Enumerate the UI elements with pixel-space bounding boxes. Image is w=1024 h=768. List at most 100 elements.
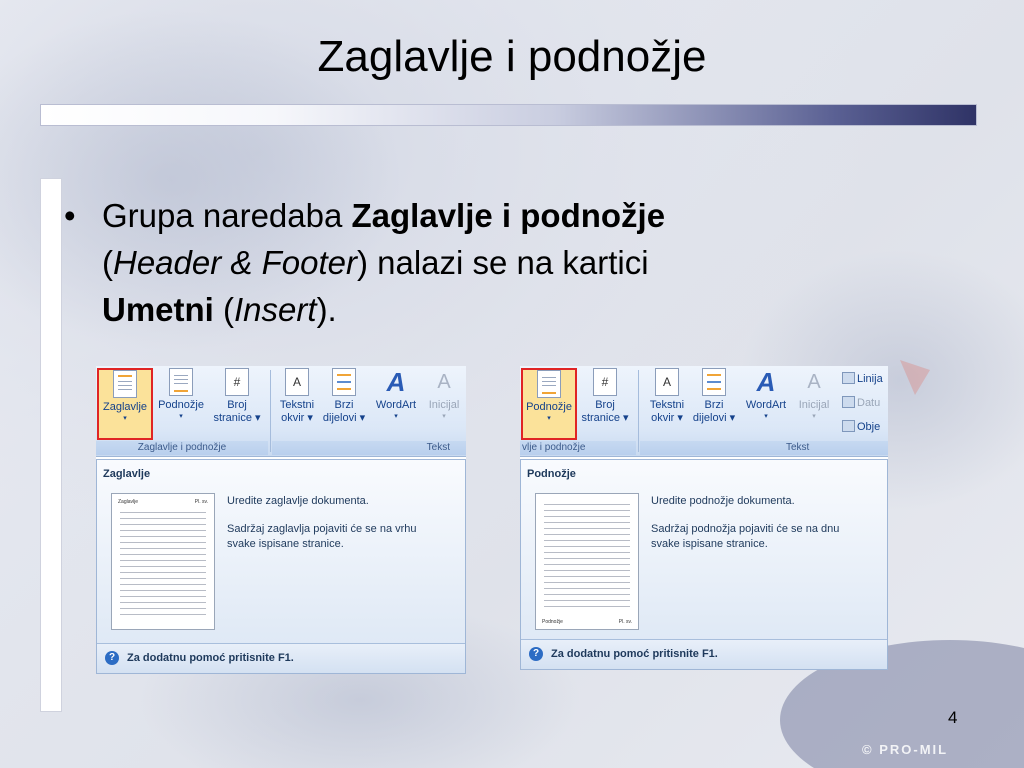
page-number-button[interactable]: # Broj stranice ▾ xyxy=(209,368,265,440)
bullet-text-part: ( xyxy=(102,244,113,281)
left-decorative-rail xyxy=(40,178,62,712)
wordart-button[interactable]: A WordArt ▾ xyxy=(740,368,792,440)
blank-header-thumbnail[interactable]: Zaglavlje Pl. sv. xyxy=(111,493,215,630)
blank-footer-thumbnail[interactable]: Podnožje Pl. sv. xyxy=(535,493,639,630)
left-screenshot: Zaglavlje ▾ Podnožje ▾ # Broj stranice ▾… xyxy=(96,366,466,674)
help-text: Za dodatnu pomoć pritisnite F1. xyxy=(127,652,294,664)
quick-parts-label: Brzi xyxy=(334,399,354,411)
page-number-label-2: stranice ▾ xyxy=(213,412,261,424)
header-button[interactable]: Zaglavlje ▾ xyxy=(97,368,153,440)
wordart-button[interactable]: A WordArt ▾ xyxy=(370,368,422,440)
group-header-footer: Zaglavlje ▾ Podnožje ▾ # Broj stranice ▾… xyxy=(96,366,268,457)
bullet-marker: • xyxy=(64,197,76,234)
footer-dropdown-panel: Podnožje Podnožje Pl. sv. Uredite podnož… xyxy=(520,459,888,670)
group-header-footer: Podnožje ▾ # Broj stranice ▾ vlje i podn… xyxy=(520,366,636,457)
thumb-header-left: Zaglavlje xyxy=(118,499,139,505)
text-box-button[interactable]: A Tekstni okvir ▾ xyxy=(644,368,690,440)
signature-line-icon xyxy=(842,372,855,384)
thumb-footer-right: Pl. sv. xyxy=(618,619,632,625)
footer-button-label: Podnožje xyxy=(526,401,572,413)
quick-parts-button[interactable]: Brzi dijelovi ▾ xyxy=(322,368,366,440)
dropdown-arrow: ▾ xyxy=(442,413,446,420)
drop-cap-button[interactable]: A Inicijal ▾ xyxy=(424,368,464,440)
bullet-bold-group-name: Zaglavlje i podnožje xyxy=(351,197,666,234)
text-box-label-2: okvir ▾ xyxy=(281,412,313,424)
ribbon: Zaglavlje ▾ Podnožje ▾ # Broj stranice ▾… xyxy=(96,366,466,457)
header-icon xyxy=(113,370,137,398)
bullet-text-part: Grupa naredaba xyxy=(102,197,352,234)
bullet-text: Grupa naredaba Zaglavlje i podnožje (Hea… xyxy=(102,192,924,333)
page-number-label: Broj xyxy=(595,399,615,411)
thumb-footer-left: Podnožje xyxy=(542,619,563,625)
dropdown-arrow: ▾ xyxy=(179,413,183,420)
group-label-text: Tekst xyxy=(640,441,888,455)
drop-cap-label: Inicijal xyxy=(798,399,830,411)
wordart-icon: A xyxy=(756,367,776,397)
date-time-button[interactable]: Datu xyxy=(842,396,880,409)
dropdown-arrow: ▾ xyxy=(394,413,398,420)
group-label-header-footer: vlje i podnožje xyxy=(520,441,636,455)
group-separator xyxy=(270,370,271,452)
date-time-icon xyxy=(842,396,855,408)
dropdown-arrow: ▾ xyxy=(547,415,551,422)
quick-parts-button[interactable]: Brzi dijelovi ▾ xyxy=(692,368,736,440)
text-box-label: Tekstni xyxy=(279,399,315,411)
bullet-text-part: ). xyxy=(316,291,337,328)
copyright-watermark: © PRO-MIL xyxy=(862,742,949,757)
dropdown-title: Podnožje xyxy=(527,468,576,480)
dropdown-description-1: Uredite podnožje dokumenta. xyxy=(651,495,795,507)
group-label-text: Tekst xyxy=(272,441,466,455)
help-text: Za dodatnu pomoć pritisnite F1. xyxy=(551,648,718,660)
quick-parts-label: Brzi xyxy=(704,399,724,411)
signature-line-label: Linija xyxy=(857,373,883,385)
page-number-label: Broj xyxy=(227,399,247,411)
object-icon xyxy=(842,420,855,432)
page-number: 4 xyxy=(948,708,958,727)
page-number-label-2: stranice ▾ xyxy=(581,412,629,424)
bullet-italic-english-name: Header & Footer xyxy=(113,244,357,281)
help-icon: ? xyxy=(529,647,543,661)
text-box-label: Tekstni xyxy=(649,399,685,411)
dropdown-arrow: ▾ xyxy=(812,413,816,420)
slide-title: Zaglavlje i podnožje xyxy=(317,32,707,81)
group-separator xyxy=(638,370,639,452)
ribbon: Podnožje ▾ # Broj stranice ▾ vlje i podn… xyxy=(520,366,888,457)
dropdown-description-2: Sadržaj podnožja pojaviti će se na dnu s… xyxy=(651,523,840,550)
group-label-header-footer: Zaglavlje i podnožje xyxy=(96,441,268,455)
wordart-label: WordArt xyxy=(375,399,417,411)
bullet-item: • Grupa naredaba Zaglavlje i podnožje (H… xyxy=(64,192,924,333)
page-number-button[interactable]: # Broj stranice ▾ xyxy=(577,368,633,440)
wordart-icon: A xyxy=(386,367,406,397)
quick-parts-label-2: dijelovi ▾ xyxy=(322,412,366,424)
dropdown-title: Zaglavlje xyxy=(103,468,151,480)
quick-parts-icon xyxy=(332,368,356,396)
text-box-icon: A xyxy=(285,368,309,396)
text-box-label-2: okvir ▾ xyxy=(651,412,683,424)
group-text: A Tekstni okvir ▾ Brzi dijelovi ▾ A Word… xyxy=(272,366,466,457)
footer-icon xyxy=(537,370,561,398)
drop-cap-label: Inicijal xyxy=(428,399,460,411)
help-footer: ? Za dodatnu pomoć pritisnite F1. xyxy=(521,639,887,669)
dropdown-arrow: ▾ xyxy=(123,415,127,422)
drop-cap-icon: A xyxy=(807,371,821,393)
bullet-italic-tab-english: Insert xyxy=(234,291,317,328)
dropdown-description-2: Sadržaj zaglavlja pojaviti će se na vrhu… xyxy=(227,523,417,550)
footer-button-label: Podnožje xyxy=(158,399,204,411)
footer-button[interactable]: Podnožje ▾ xyxy=(153,368,209,440)
signature-line-button[interactable]: Linija xyxy=(842,372,883,385)
bullet-bold-tab-name: Umetni xyxy=(102,291,214,328)
object-label: Obje xyxy=(857,421,881,433)
drop-cap-button[interactable]: A Inicijal ▾ xyxy=(794,368,834,440)
drop-cap-icon: A xyxy=(437,371,451,393)
help-footer: ? Za dodatnu pomoć pritisnite F1. xyxy=(97,643,465,673)
object-button[interactable]: Obje xyxy=(842,420,880,433)
right-screenshot: Podnožje ▾ # Broj stranice ▾ vlje i podn… xyxy=(520,366,888,670)
date-time-label: Datu xyxy=(857,397,881,409)
text-box-button[interactable]: A Tekstni okvir ▾ xyxy=(274,368,320,440)
quick-parts-icon xyxy=(702,368,726,396)
header-dropdown-panel: Zaglavlje Zaglavlje Pl. sv. Uredite zagl… xyxy=(96,459,466,674)
header-button-label: Zaglavlje xyxy=(102,401,148,413)
footer-button[interactable]: Podnožje ▾ xyxy=(521,368,577,440)
quick-parts-label-2: dijelovi ▾ xyxy=(692,412,736,424)
thumb-header-right: Pl. sv. xyxy=(194,499,208,505)
